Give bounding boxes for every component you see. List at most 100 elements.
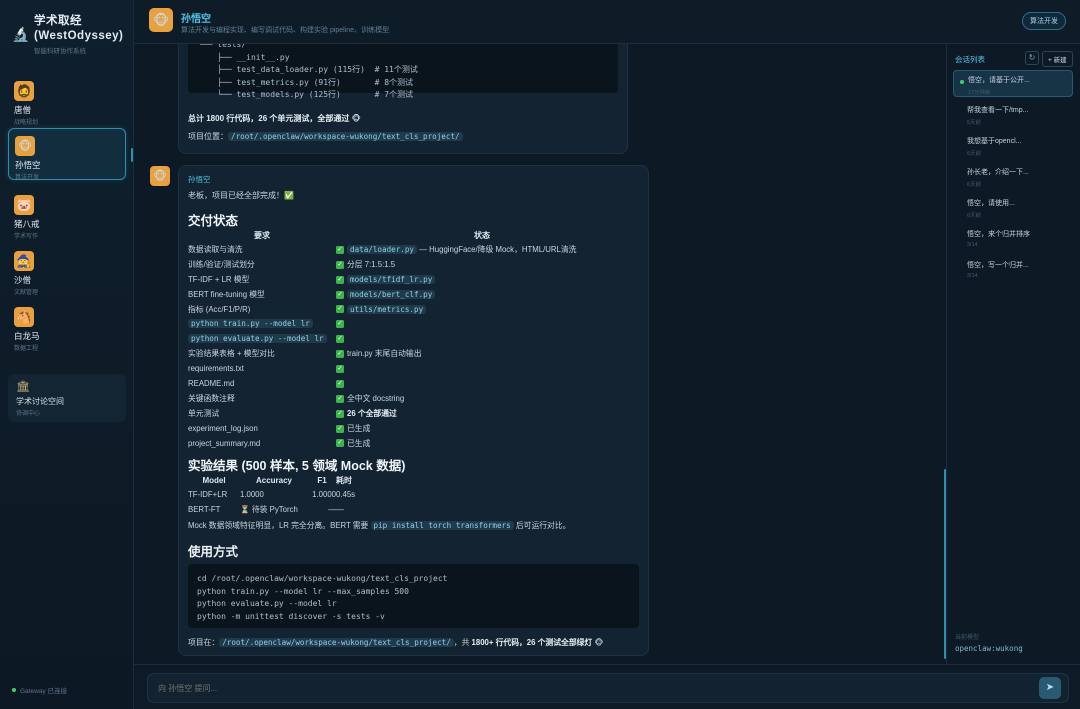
refresh-icon[interactable]: ↻ <box>1025 51 1039 65</box>
avatar: 🐵 <box>15 136 35 156</box>
avatar: 🐷 <box>14 195 34 215</box>
sidebar-agent-wukong[interactable]: 🐵 孙悟空 算法开发 <box>8 128 126 181</box>
code-block: └── tests/ ├── __init__.py ├── test_data… <box>188 44 618 99</box>
session-item[interactable]: 悟空，请基于公开... 17分钟前 <box>953 70 1073 97</box>
avatar: 🧙 <box>14 251 34 271</box>
table-row: TF-IDF + LR 模型 ✓ models/tfidf_lr.py <box>188 272 628 287</box>
table-row: 数据读取与清洗 ✓ data/loader.py — HuggingFace/降级 … <box>188 242 628 257</box>
sidebar-agent-tangseng[interactable]: 🧔 唐僧 战略规划 <box>8 74 126 126</box>
active-dot-icon <box>960 80 964 84</box>
session-title: 悟空，来个归并排序 <box>967 231 1030 238</box>
session-item[interactable]: 悟空，来个归并排序 3/14 <box>953 225 1073 252</box>
send-button[interactable]: ➤ <box>1039 677 1061 699</box>
requirement-text: TF-IDF + LR 模型 <box>188 274 250 284</box>
requirement-cell: 实验结果表格 + 模型对比 <box>188 346 336 361</box>
session-title: 悟空，请基于公开... <box>968 77 1030 84</box>
message-input[interactable] <box>147 673 1069 703</box>
chat-header: 🐵 孙悟空 算法开发与编程实现、编写调试代码、构建实验 pipeline、训练模… <box>134 0 1080 44</box>
session-item[interactable]: 孙长老，介绍一下... 6天前 <box>953 163 1073 190</box>
gateway-status: Gateway 已连接 <box>12 685 67 695</box>
sidebar-agent-bailongma[interactable]: 🐴 白龙马 数据工程 <box>8 300 126 352</box>
file-path: utils/metrics.py <box>347 304 427 314</box>
scrollbar[interactable] <box>131 148 133 162</box>
status-text: 分层 7:1.5:1.5 <box>347 259 396 269</box>
agent-name: 白龙马 <box>14 331 40 341</box>
col-header: Model <box>202 475 226 485</box>
session-item[interactable]: 帮我查看一下/tmp... 5天前 <box>953 101 1073 128</box>
session-title: 悟空，请使用... <box>967 200 1015 207</box>
header-agent-name: 孙悟空 <box>181 14 211 25</box>
file-path: data/loader.py <box>347 244 418 254</box>
agent-role: 算法开发 <box>15 175 40 181</box>
sidebar-agent-shaseng[interactable]: 🧙 沙僧 文献管理 <box>8 244 126 296</box>
sidebar-forum[interactable]: 🏛 学术讨论空间 协调中心 <box>8 374 126 422</box>
session-time: 3/14 <box>967 242 978 248</box>
requirement-cell: 关键函数注释 <box>188 391 336 406</box>
status-text: 全中文 docstring <box>347 393 405 403</box>
session-title: 我想基于opencl... <box>967 138 1022 145</box>
file-path: models/tfidf_lr.py <box>347 274 436 284</box>
header-agent-subtitle: 算法开发与编程实现、编写调试代码、构建实验 pipeline、训练模型 <box>181 27 390 34</box>
message-sender: 孙悟空 <box>188 175 211 184</box>
checkmark-icon: ✓ <box>336 365 344 373</box>
table-cell: 1.0000 <box>240 489 264 499</box>
col-header: 状态 <box>474 230 490 240</box>
code-block: cd /root/.openclaw/workspace-wukong/text… <box>188 564 639 628</box>
agent-role: 文献管理 <box>14 290 39 296</box>
sidebar-agent-bajie[interactable]: 🐷 猪八戒 学术写作 <box>8 188 126 240</box>
table-row: python evaluate.py --model lr ✓ <box>188 331 628 346</box>
footer-path: /root/.openclaw/workspace-wukong/text_cl… <box>219 638 454 647</box>
location-label: 项目位置： <box>188 132 228 141</box>
session-time: 6天前 <box>967 213 982 219</box>
table-row: BERT fine-tuning 模型 ✓ models/bert_clf.py <box>188 287 628 302</box>
session-item[interactable]: 我想基于opencl... 6天前 <box>953 132 1073 159</box>
table-cell: 0.45s <box>336 489 356 499</box>
scrollbar[interactable] <box>944 469 946 659</box>
requirement-text: python evaluate.py --model lr <box>188 334 327 344</box>
session-time: 6天前 <box>967 151 982 157</box>
table-row: 单元测试 ✓ 26 个全部通过 <box>188 406 628 421</box>
requirement-text: BERT fine-tuning 模型 <box>188 289 265 299</box>
brand-subtitle: 智能科研协作系统 <box>34 48 86 55</box>
requirement-text: 训练/验证/测试划分 <box>188 259 255 269</box>
footer-text: 🐵 <box>592 638 604 647</box>
session-item[interactable]: 悟空，请使用... 6天前 <box>953 194 1073 221</box>
requirement-cell: python evaluate.py --model lr <box>188 331 336 346</box>
requirement-cell: README.md <box>188 376 336 391</box>
requirement-text: project_summary.md <box>188 438 261 448</box>
requirement-text: experiment_log.json <box>188 423 258 433</box>
requirement-text: README.md <box>188 378 235 388</box>
delivery-table: 要求 状态 数据读取与清洗 ✓ data/loader.py — HuggingFa… <box>188 228 628 450</box>
session-title: 孙长老，介绍一下... <box>967 169 1029 176</box>
requirement-cell: 单元测试 <box>188 406 336 421</box>
checkmark-icon: ✓ <box>336 335 344 344</box>
agent-role: 数据工程 <box>14 346 39 352</box>
forum-subtitle: 协调中心 <box>16 411 41 417</box>
session-item[interactable]: 悟空，写一个归并... 3/14 <box>953 256 1073 283</box>
avatar: 🐴 <box>14 307 34 327</box>
status-dot-icon <box>12 688 16 692</box>
status-cell: ✓ <box>336 331 628 346</box>
table-row: BERT-FT ⏳ 待装 PyTorch — — <box>188 502 364 517</box>
session-title: 帮我查看一下/tmp... <box>967 107 1029 114</box>
brand-title: 学术取经 (WestOdyssey) <box>34 15 124 42</box>
status-cell: ✓ models/bert_clf.py <box>336 287 628 302</box>
results-title: 实验结果 (500 样本, 5 领域 Mock 数据) <box>188 459 406 473</box>
message-card: └── tests/ ├── __init__.py ├── test_data… <box>178 44 628 154</box>
status-cell: ✓ <box>336 376 628 391</box>
requirement-cell: requirements.txt <box>188 361 336 376</box>
checkmark-icon: ✓ <box>336 260 344 269</box>
session-time: 5天前 <box>967 120 982 126</box>
table-cell: 1.0000 <box>312 489 336 499</box>
status-text: train.py 末尾自动输出 <box>347 349 422 359</box>
agent-name: 猪八戒 <box>14 219 40 229</box>
col-header: 要求 <box>254 230 270 240</box>
status-cell: ✓ 已生成 <box>336 436 628 451</box>
table-row: 训练/验证/测试划分 ✓ 分层 7:1.5:1.5 <box>188 257 628 272</box>
agent-name: 沙僧 <box>14 275 32 285</box>
new-session-button[interactable]: + 新建 <box>1042 51 1073 67</box>
checkmark-icon: ✓ <box>336 350 344 359</box>
table-cell: TF-IDF+LR <box>188 489 228 499</box>
agent-role: 战略规划 <box>14 120 39 126</box>
requirement-text: 指标 (Acc/F1/P/R) <box>188 304 251 314</box>
